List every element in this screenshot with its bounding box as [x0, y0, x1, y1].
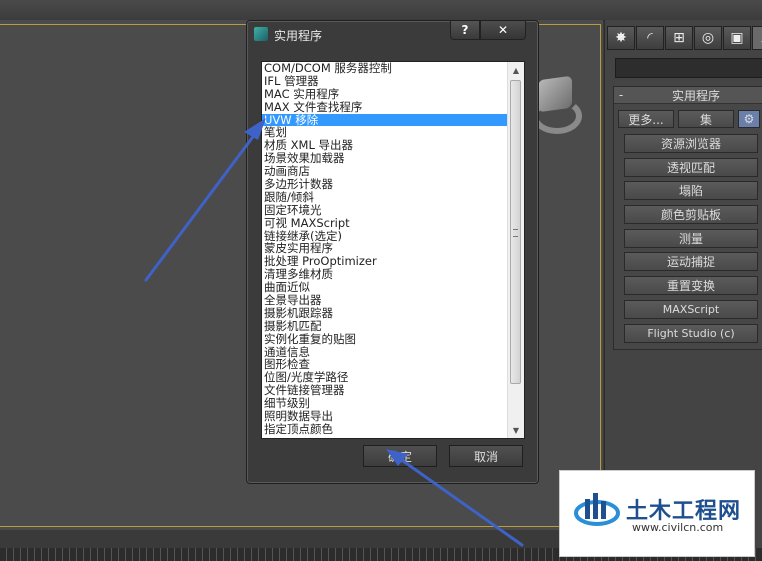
more-button[interactable]: 更多... — [618, 110, 674, 128]
app-logo-icon — [254, 27, 268, 41]
list-item[interactable]: IFL 管理器 — [262, 74, 508, 88]
utilities-dialog: 实用程序 ? ✕ COM/DCOM 服务器控制 IFL 管理器 MAC 实用程序 MA… — [246, 20, 539, 484]
list-item[interactable]: COM/DCOM 服务器控制 — [262, 62, 508, 75]
hierarchy-icon: ⊞ — [673, 30, 685, 46]
reset-xform-button[interactable]: 重置变换 — [624, 276, 758, 296]
viewcube-icon[interactable] — [538, 75, 572, 113]
list-item[interactable]: 摄影机匹配 — [262, 319, 508, 333]
list-item[interactable]: 多边形计数器 — [262, 178, 508, 191]
sets-button[interactable]: 集 — [678, 110, 734, 128]
close-icon: ✕ — [497, 23, 509, 37]
command-panel-tabs: ✸ ◜ ⊞ ◎ ▣ ⟋ — [607, 26, 762, 50]
list-item[interactable]: 照明数据导出 — [262, 410, 508, 423]
list-item[interactable]: MAC 实用程序 — [262, 87, 508, 101]
help-icon: ? — [461, 23, 469, 37]
collapse-icon[interactable]: - — [614, 88, 628, 102]
ok-button[interactable]: 确定 — [363, 445, 437, 467]
config-icon: ⚙ — [743, 112, 755, 126]
utilities-tab-icon[interactable]: ⟋ — [752, 26, 762, 50]
dialog-title: 实用程序 — [274, 29, 323, 43]
list-item[interactable]: 实例化重复的贴图 — [262, 332, 508, 346]
configure-button-sets[interactable]: ⚙ — [738, 110, 760, 128]
motion-icon: ◎ — [701, 30, 715, 46]
scroll-grip-icon — [513, 229, 518, 237]
flight-studio-button[interactable]: Flight Studio (c) — [624, 323, 758, 343]
sun-icon: ✸ — [615, 30, 627, 46]
list-item[interactable]: 固定环境光 — [262, 203, 508, 217]
list-item[interactable]: 全景导出器 — [262, 294, 508, 307]
asset-browser-button[interactable]: 资源浏览器 — [624, 134, 758, 153]
utility-buttons: 资源浏览器 透视匹配 塌陷 颜色剪贴板 测量 运动捕捉 重置变换 MAXScri… — [614, 132, 762, 343]
help-button[interactable]: ? — [450, 21, 480, 40]
civilcn-logo-icon — [574, 493, 620, 526]
cancel-button[interactable]: 取消 — [449, 445, 523, 467]
create-tab-sun-icon[interactable]: ✸ — [607, 26, 635, 50]
scroll-thumb[interactable] — [510, 80, 521, 384]
command-panel: ✸ ◜ ⊞ ◎ ▣ ⟋ - 实用程序 更多... 集 ⚙ 资源浏览器 透视匹配 … — [604, 20, 762, 548]
list-item[interactable]: 摄影机跟踪器 — [262, 307, 508, 320]
scroll-up-icon[interactable]: ▲ — [508, 62, 524, 78]
motion-capture-button[interactable]: 运动捕捉 — [624, 252, 758, 272]
dialog-titlebar[interactable]: 实用程序 ? ✕ — [247, 21, 538, 47]
list-item[interactable]: MAX 文件查找程序 — [262, 100, 508, 114]
list-item[interactable]: 跟随/倾斜 — [262, 191, 508, 204]
display-tab-icon[interactable]: ▣ — [723, 26, 751, 50]
perspective-match-button[interactable]: 透视匹配 — [624, 157, 758, 177]
watermark-url: www.civilcn.com — [632, 521, 724, 534]
measure-button[interactable]: 测量 — [624, 228, 758, 248]
motion-tab-icon[interactable]: ◎ — [694, 26, 722, 50]
maxscript-button[interactable]: MAXScript — [624, 299, 758, 319]
utilities-list: COM/DCOM 服务器控制 IFL 管理器 MAC 实用程序 MAX 文件查找程序 U… — [262, 62, 508, 436]
object-name-field[interactable] — [615, 58, 762, 78]
arc-icon: ◜ — [647, 30, 653, 46]
site-watermark: 土木工程网 www.civilcn.com — [559, 470, 755, 557]
display-icon: ▣ — [730, 30, 744, 46]
hierarchy-tab-icon[interactable]: ⊞ — [665, 26, 693, 50]
close-button[interactable]: ✕ — [480, 21, 526, 40]
utilities-rollout: - 实用程序 更多... 集 ⚙ 资源浏览器 透视匹配 塌陷 颜色剪贴板 测量 … — [613, 86, 762, 350]
listbox-scrollbar[interactable]: ▲ ▼ — [507, 62, 524, 438]
color-clipboard-button[interactable]: 颜色剪贴板 — [624, 205, 758, 225]
list-item[interactable]: 可视 MAXScript — [262, 216, 508, 230]
rollout-header[interactable]: - 实用程序 — [614, 87, 762, 104]
modify-tab-arc-icon[interactable]: ◜ — [636, 26, 664, 50]
collapse-button[interactable]: 塌陷 — [624, 181, 758, 201]
top-toolbar-strip — [0, 0, 762, 21]
list-item[interactable]: 指定顶点颜色 — [262, 423, 508, 436]
utilities-listbox[interactable]: COM/DCOM 服务器控制 IFL 管理器 MAC 实用程序 MAX 文件查找程序 U… — [261, 61, 525, 439]
list-item[interactable]: UVW 移除 — [262, 113, 508, 127]
rollout-title: 实用程序 — [671, 88, 720, 103]
scroll-down-icon[interactable]: ▼ — [508, 422, 524, 438]
